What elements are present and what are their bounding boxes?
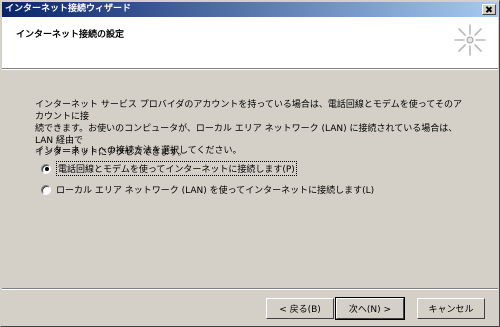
lan-radio[interactable] [41, 184, 51, 195]
back-button[interactable]: < 戻る(B) [266, 298, 334, 319]
next-button[interactable]: 次へ(N) > [335, 297, 405, 320]
connection-prompt: インターネットへの接続方法を選択してください。 [35, 146, 242, 156]
wizard-window: インターネット接続ウィザード インターネット接続の設定 インターネット サービス… [0, 0, 500, 327]
title-bar[interactable]: インターネット接続ウィザード [2, 2, 498, 17]
wizard-header: インターネット接続の設定 [2, 17, 498, 68]
modem-radio[interactable] [41, 163, 51, 174]
wizard-sparkle-icon [454, 24, 486, 56]
window-title: インターネット接続ウィザード [5, 4, 132, 14]
option-lan[interactable]: ローカル エリア ネットワーク (LAN) を使ってインターネットに接続します(… [41, 183, 374, 196]
footer-divider [2, 288, 498, 290]
page-title: インターネット接続の設定 [16, 30, 125, 40]
cancel-button[interactable]: キャンセル [417, 298, 485, 319]
lan-option-label[interactable]: ローカル エリア ネットワーク (LAN) を使ってインターネットに接続します(… [56, 183, 374, 196]
option-modem[interactable]: 電話回線とモデムを使ってインターネットに接続します(P) [41, 161, 297, 176]
close-button[interactable] [482, 4, 496, 15]
modem-option-label[interactable]: 電話回線とモデムを使ってインターネットに接続します(P) [56, 161, 297, 176]
header-divider [2, 68, 498, 70]
